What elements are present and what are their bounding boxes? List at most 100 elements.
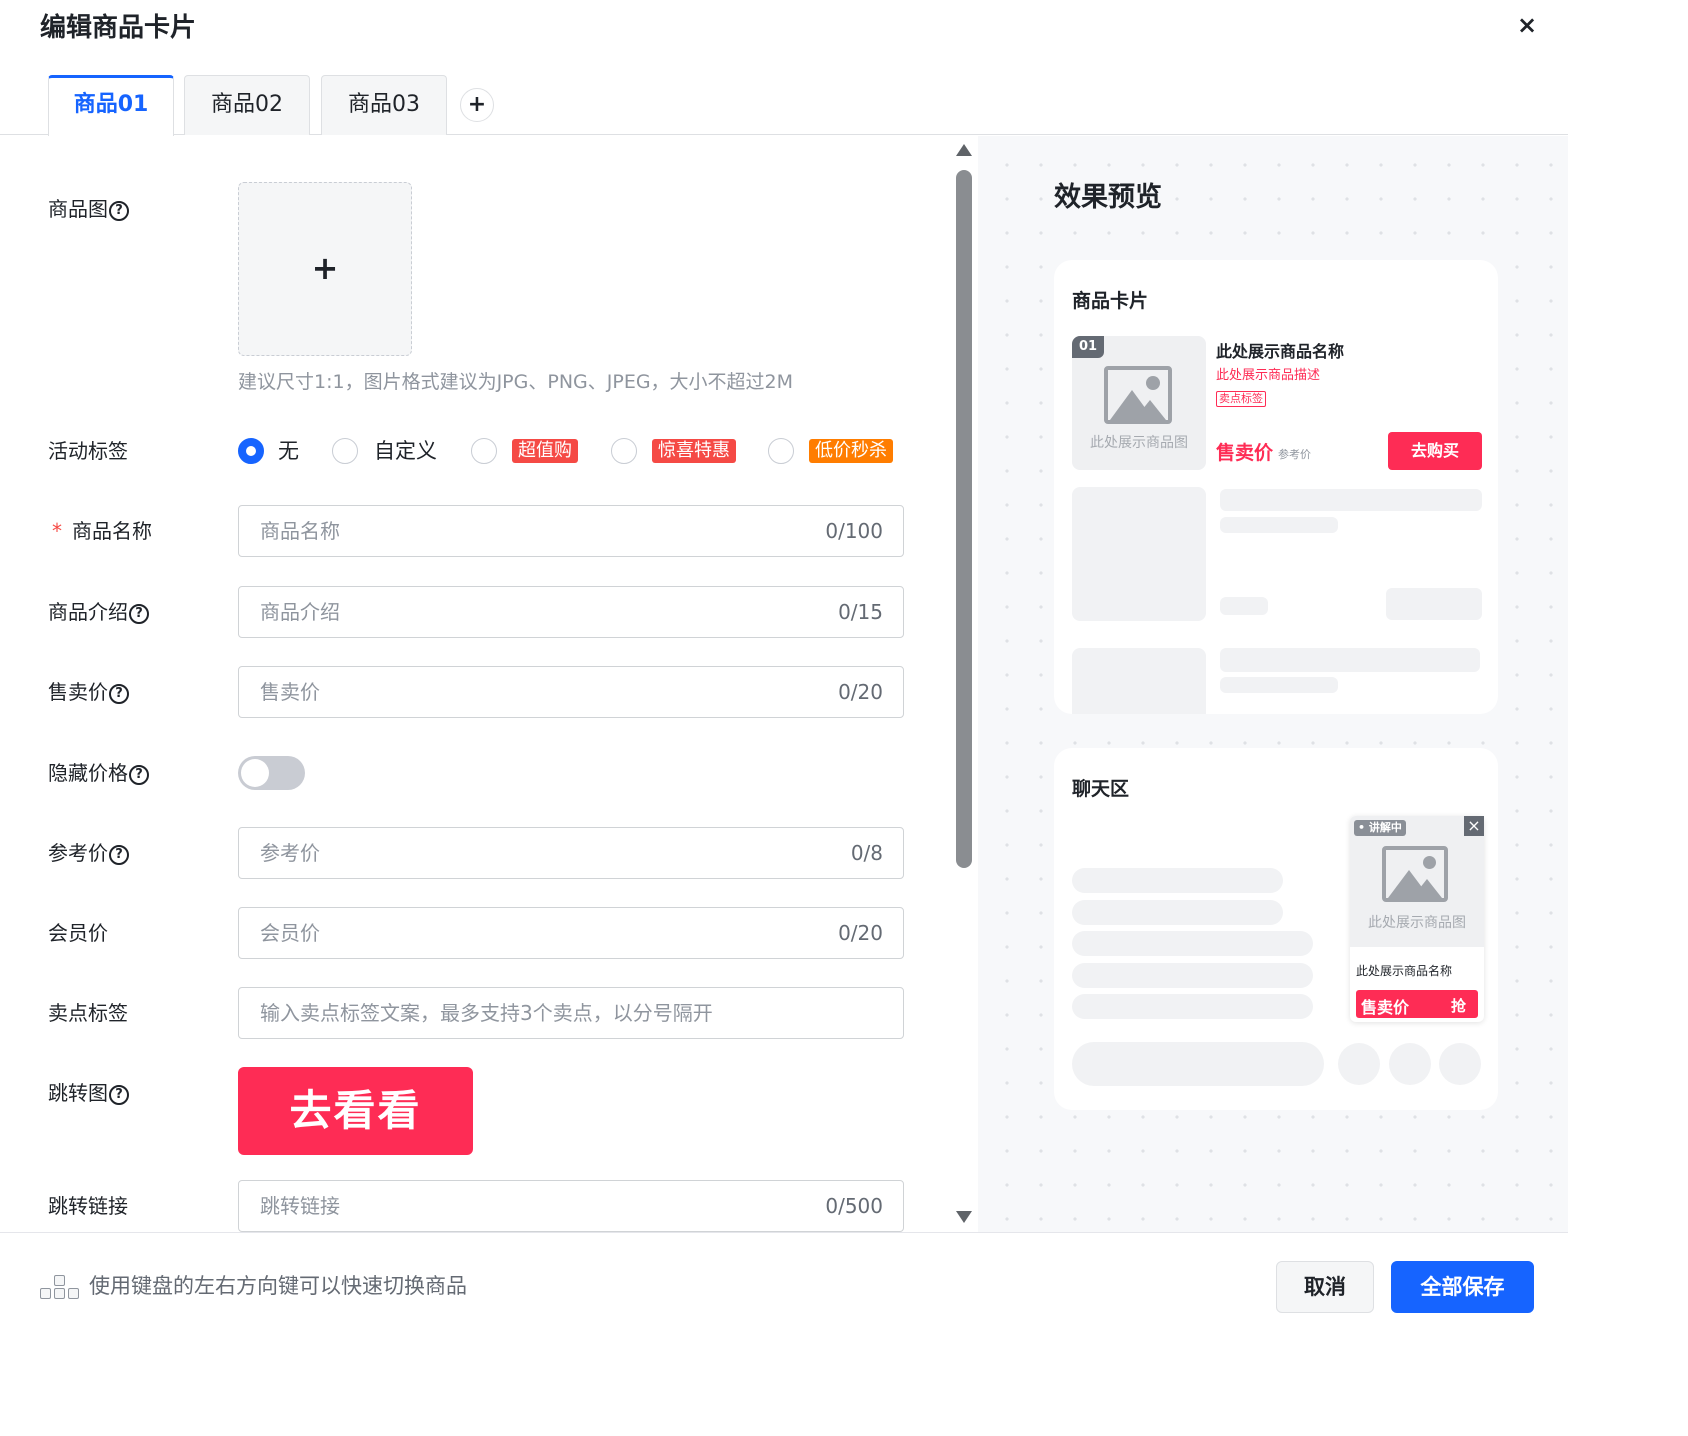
skeleton-message [1072, 900, 1283, 925]
skeleton-button [1386, 588, 1482, 620]
chat-area-preview: 聊天区 • 讲解中 × 此处展示商品图 此处展示商品名称 售卖价 抢 [1054, 748, 1498, 1110]
image-upload-button[interactable]: + [238, 182, 412, 356]
preview-panel: 效果预览 商品卡片 01 此处展示商品图 此处展示商品名称 此处展示商品描述 卖… [978, 136, 1568, 1232]
name-input[interactable]: 商品名称 0/100 [238, 505, 904, 557]
sale-price-label: 售卖价? [48, 677, 129, 707]
member-price-label: 会员价 [48, 921, 108, 945]
preview-selling-tag: 卖点标签 [1216, 391, 1266, 407]
ref-price-placeholder: 参考价 [260, 841, 320, 865]
hide-price-label: 隐藏价格? [48, 758, 149, 788]
popup-close-icon: × [1464, 816, 1484, 836]
chat-area-title: 聊天区 [1072, 778, 1130, 800]
skeleton-line [1220, 489, 1482, 511]
radio-custom-label: 自定义 [374, 439, 437, 463]
intro-input[interactable]: 商品介绍 0/15 [238, 586, 904, 638]
chat-grab-label: 抢 [1450, 997, 1466, 1015]
tag-chip-flash-sale: 低价秒杀 [809, 439, 893, 463]
intro-label-text: 商品介绍 [48, 600, 128, 624]
scroll-up-arrow-icon[interactable] [956, 144, 972, 156]
radio-none-label: 无 [278, 439, 299, 463]
scroll-down-arrow-icon[interactable] [956, 1211, 972, 1223]
radio-super-value[interactable] [471, 438, 497, 464]
skeleton-action [1439, 1043, 1481, 1085]
ref-price-input[interactable]: 参考价 0/8 [238, 827, 904, 879]
radio-custom[interactable] [332, 438, 358, 464]
skeleton-message [1072, 994, 1313, 1019]
scroll-thumb[interactable] [956, 170, 972, 868]
image-placeholder-text: 此处展示商品图 [1368, 915, 1466, 931]
preview-buy-button: 去购买 [1388, 432, 1482, 470]
jump-link-placeholder: 跳转链接 [260, 1194, 340, 1218]
name-char-count: 0/100 [825, 519, 883, 543]
cancel-button[interactable]: 取消 [1276, 1261, 1374, 1313]
jump-link-input[interactable]: 跳转链接 0/500 [238, 1180, 904, 1232]
tag-chip-super-value: 超值购 [512, 439, 578, 463]
sale-price-placeholder: 售卖价 [260, 680, 320, 704]
activity-tag-label: 活动标签 [48, 439, 128, 463]
sale-price-label-text: 售卖价 [48, 680, 108, 704]
ref-price-char-count: 0/8 [850, 841, 883, 865]
chat-price: 售卖价 [1361, 998, 1410, 1017]
radio-surprise-deal[interactable] [611, 438, 637, 464]
product-image-placeholder: 01 此处展示商品图 [1072, 336, 1206, 470]
dialog-title: 编辑商品卡片 [40, 13, 197, 43]
edit-product-card-dialog: 编辑商品卡片 × 商品01 商品02 商品03 + 商品图? + 建议尺寸1:1… [0, 0, 1568, 1340]
selling-points-label: 卖点标签 [48, 1001, 128, 1025]
skeleton-line [1220, 677, 1338, 693]
member-price-input[interactable]: 会员价 0/20 [238, 907, 904, 959]
edit-form: 商品图? + 建议尺寸1:1，图片格式建议为JPG、PNG、JPEG，大小不超过… [0, 136, 950, 1232]
chat-product-name: 此处展示商品名称 [1356, 964, 1453, 978]
close-icon[interactable]: × [1514, 12, 1540, 38]
help-icon[interactable]: ? [109, 684, 129, 704]
tab-product-02[interactable]: 商品02 [184, 75, 310, 135]
radio-flash-sale[interactable] [768, 438, 794, 464]
chat-product-image: • 讲解中 × 此处展示商品图 [1350, 816, 1484, 947]
index-badge: 01 [1072, 336, 1104, 358]
ref-price-label: 参考价? [48, 838, 129, 868]
selling-points-input[interactable]: 输入卖点标签文案，最多支持3个卖点，以分号隔开 [238, 987, 904, 1039]
help-icon[interactable]: ? [109, 201, 129, 221]
help-icon[interactable]: ? [109, 845, 129, 865]
preview-price: 售卖价 [1216, 442, 1274, 464]
ref-price-label-text: 参考价 [48, 841, 108, 865]
keyboard-hint: 使用键盘的左右方向键可以快速切换商品 [89, 1274, 467, 1298]
sale-price-char-count: 0/20 [838, 680, 883, 704]
required-mark: * [52, 519, 62, 543]
add-tab-icon[interactable]: + [460, 88, 494, 122]
jump-link-char-count: 0/500 [825, 1194, 883, 1218]
jump-link-label: 跳转链接 [48, 1194, 128, 1218]
radio-none[interactable] [238, 438, 264, 464]
keyboard-arrows-icon [40, 1275, 80, 1301]
skeleton-action [1389, 1043, 1431, 1085]
preview-product-name: 此处展示商品名称 [1216, 342, 1345, 361]
jump-image-button[interactable]: 去看看 [238, 1067, 473, 1155]
toggle-knob [241, 759, 269, 787]
skeleton-message [1072, 931, 1313, 956]
skeleton-line [1220, 648, 1480, 672]
hide-price-label-text: 隐藏价格 [48, 761, 128, 785]
tab-product-01[interactable]: 商品01 [48, 75, 174, 136]
name-label: * 商品名称 [48, 516, 152, 546]
intro-char-count: 0/15 [838, 600, 883, 624]
image-icon [1104, 366, 1172, 424]
member-price-char-count: 0/20 [838, 921, 883, 945]
save-all-button[interactable]: 全部保存 [1391, 1261, 1534, 1313]
preview-title: 效果预览 [1054, 182, 1162, 213]
form-scrollbar[interactable] [950, 136, 978, 1232]
help-icon[interactable]: ? [129, 765, 149, 785]
sale-price-input[interactable]: 售卖价 0/20 [238, 666, 904, 718]
image-upload-hint: 建议尺寸1:1，图片格式建议为JPG、PNG、JPEG，大小不超过2M [238, 371, 794, 393]
intro-placeholder: 商品介绍 [260, 600, 340, 624]
hide-price-toggle[interactable] [238, 756, 305, 790]
jump-image-label-text: 跳转图 [48, 1081, 108, 1105]
tag-chip-surprise-deal: 惊喜特惠 [652, 439, 736, 463]
tab-product-03[interactable]: 商品03 [321, 75, 447, 135]
dialog-footer: 使用键盘的左右方向键可以快速切换商品 取消 全部保存 [0, 1232, 1568, 1340]
image-label: 商品图? [48, 194, 129, 224]
help-icon[interactable]: ? [129, 604, 149, 624]
skeleton-message [1072, 963, 1313, 988]
help-icon[interactable]: ? [109, 1085, 129, 1105]
skeleton-input [1072, 1042, 1324, 1086]
name-label-text: 商品名称 [72, 519, 152, 543]
skeleton-image [1072, 487, 1206, 621]
